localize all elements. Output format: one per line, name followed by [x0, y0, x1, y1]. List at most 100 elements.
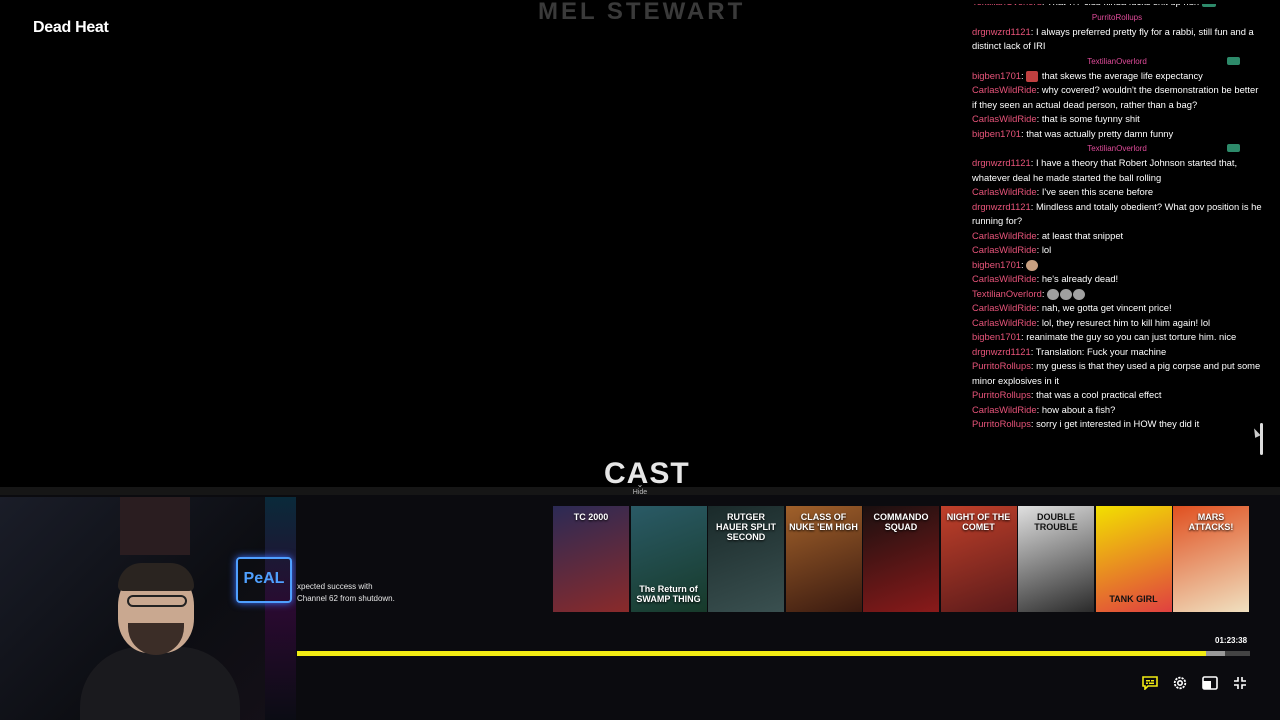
movie-poster[interactable]: NIGHT OF THE COMET [940, 506, 1017, 612]
webcam-lights [265, 497, 296, 720]
webcam-person-glasses [127, 595, 187, 607]
chat-message: CarlasWildRide: he's already dead! [972, 273, 1119, 284]
chat-username[interactable]: CarlasWildRide [972, 244, 1037, 255]
poster-title: TANK GIRL [1109, 594, 1158, 604]
chat-username[interactable]: drgnwzrd1121 [972, 26, 1031, 37]
poster-title: DOUBLE TROUBLE [1034, 512, 1078, 532]
poster-title: TC 2000 [573, 512, 609, 522]
chat-text: that is some fuynny shit [1041, 113, 1140, 124]
chat-username[interactable]: CarlasWildRide [972, 404, 1037, 415]
chat-text: lol [1041, 244, 1052, 255]
chat-username[interactable]: TextilianOverlord [972, 4, 1042, 7]
picture-in-picture-button[interactable] [1201, 674, 1219, 692]
settings-button[interactable] [1171, 674, 1189, 692]
chat-message: PurritoRollups: sorry i get interested i… [972, 418, 1200, 429]
chat-username[interactable]: PurritoRollups [972, 360, 1031, 371]
chat-username[interactable]: drgnwzrd1121 [972, 201, 1031, 212]
chat-message: drgnwzrd1121: Mindless and totally obedi… [972, 200, 1262, 227]
chat-message: CarlasWildRide: at least that snippet [972, 229, 1124, 241]
chat-message: CarlasWildRide: nah, we gotta get vincen… [972, 302, 1172, 313]
chevron-down-icon: ⌄ [636, 480, 644, 489]
chat-text: that was a cool practical effect [1036, 389, 1162, 400]
chat-badge-icon [1227, 144, 1240, 152]
poster-row: TC 2000 The Return of SWAMP THING RUTGER H… [553, 506, 1249, 612]
exit-fullscreen-icon [1234, 677, 1246, 689]
movie-poster[interactable]: TANK GIRL [1095, 506, 1172, 612]
poster-title: The Return of SWAMP THING [636, 584, 701, 604]
chat-username[interactable]: bigben1701 [972, 128, 1021, 139]
poster-title: MARS ATTACKS! [1188, 512, 1234, 532]
webcam-person-hair [118, 563, 194, 591]
chat-message: bigben1701: that skews the average life … [972, 69, 1203, 82]
chat-text: Translation: Fuck your machine [1035, 345, 1167, 357]
pip-icon [1202, 676, 1218, 690]
chat-text: at least that snippet [1041, 229, 1124, 241]
chat-username[interactable]: CarlasWildRide [972, 273, 1037, 284]
chat-emote-icon [1026, 70, 1039, 82]
chat-emote-icon [1026, 259, 1039, 271]
chat-username[interactable]: TextilianOverlord [972, 288, 1042, 299]
chat-username[interactable]: CarlasWildRide [972, 113, 1037, 124]
chat-username[interactable]: PurritoRollups [972, 389, 1031, 400]
progress-bar[interactable] [297, 651, 1250, 656]
chat-emote-icon [1073, 288, 1086, 300]
chat-username[interactable]: bigben1701 [972, 70, 1021, 81]
chat-message: drgnwzrd1121: Translation: Fuck your mac… [972, 345, 1167, 357]
chat-message: bigben1701: that was actually pretty dam… [972, 127, 1174, 139]
poster-title: NIGHT OF THE COMET [946, 512, 1011, 532]
exit-fullscreen-button[interactable] [1231, 674, 1249, 692]
chat-username[interactable]: CarlasWildRide [972, 186, 1037, 197]
chat-username[interactable]: bigben1701 [972, 259, 1021, 270]
movie-poster[interactable]: RUTGER HAUER SPLIT SECOND [708, 506, 784, 612]
webcam-overlay: PeAL [0, 497, 296, 720]
chat-username[interactable]: drgnwzrd1121 [972, 346, 1031, 357]
app-title: Dead Heat [33, 19, 109, 36]
subtitles-icon [1142, 676, 1158, 690]
chat-message: CarlasWildRide: lol, they resurect him t… [972, 316, 1211, 328]
movie-poster[interactable]: DOUBLE TROUBLE [1018, 506, 1094, 612]
playback-time: 01:23:38 [1215, 636, 1248, 645]
chat-message: drgnwzrd1121: I have a theory that Rober… [972, 157, 1238, 183]
description-line-1: xpected success with [297, 582, 373, 591]
chat-message: CarlasWildRide: I've seen this scene bef… [972, 186, 1154, 197]
movie-poster[interactable]: TC 2000 [553, 506, 629, 612]
chat-badge-icon [1202, 4, 1217, 8]
chat-username[interactable]: drgnwzrd1121 [972, 157, 1031, 168]
movie-poster[interactable]: COMMANDO SQUAD [863, 506, 939, 612]
chat-message: CarlasWildRide: why covered? wouldn't th… [972, 84, 1259, 110]
chat-text: sorry i get interested in HOW they did i… [1036, 418, 1200, 429]
chat-text: That 7/7 club kinda fucks shit up huh [1047, 4, 1199, 7]
subtitles-button[interactable] [1141, 674, 1159, 692]
movie-poster[interactable]: MARS ATTACKS! [1173, 506, 1249, 612]
gear-icon [1173, 676, 1187, 690]
chat-panel[interactable]: TextilianOverlord: That 7/7 club kinda f… [972, 4, 1262, 456]
video-caption-text: MEL STEWART [538, 0, 746, 22]
description-line-2: Channel 62 from shutdown. [297, 593, 395, 603]
chat-text: I've seen this scene before [1041, 186, 1154, 197]
movie-poster[interactable]: CLASS OF NUKE 'EM HIGH [785, 506, 862, 612]
chat-username[interactable]: PurritoRollups [972, 418, 1031, 429]
movie-description: xpected success with Channel 62 from shu… [297, 581, 395, 604]
movie-poster[interactable]: The Return of SWAMP THING [630, 506, 707, 612]
chat-badge-icon [1227, 56, 1240, 65]
chat-username[interactable]: CarlasWildRide [972, 84, 1037, 95]
chat-message: bigben1701: [972, 258, 1262, 273]
chat-message: bigben1701: reanimate the guy so you can… [972, 331, 1237, 342]
webcam-neon-sign: PeAL [236, 557, 292, 603]
chat-system-notice: TextilianOverlord [972, 141, 1262, 156]
chat-username[interactable]: bigben1701 [972, 331, 1021, 342]
hide-button[interactable]: ⌄ Hide [627, 480, 653, 497]
chat-text: that was actually pretty damn funny [1026, 127, 1174, 139]
chat-message: drgnwzrd1121: I always preferred pretty … [972, 25, 1254, 52]
chat-scrollbar[interactable] [1260, 423, 1263, 455]
progress-fill [297, 651, 1207, 656]
hide-label: Hide [632, 489, 648, 496]
chat-message: CarlasWildRide: that is some fuynny shit [972, 113, 1140, 124]
poster-title: CLASS OF NUKE 'EM HIGH [789, 512, 858, 532]
chat-username[interactable]: CarlasWildRide [972, 317, 1037, 328]
chat-username[interactable]: CarlasWildRide [972, 230, 1037, 241]
chat-emote-icon [1047, 288, 1060, 300]
chat-message: PurritoRollups: my guess is that they us… [972, 360, 1261, 386]
chat-username[interactable]: CarlasWildRide [972, 302, 1037, 313]
chat-message: TextilianOverlord: [972, 287, 1262, 302]
